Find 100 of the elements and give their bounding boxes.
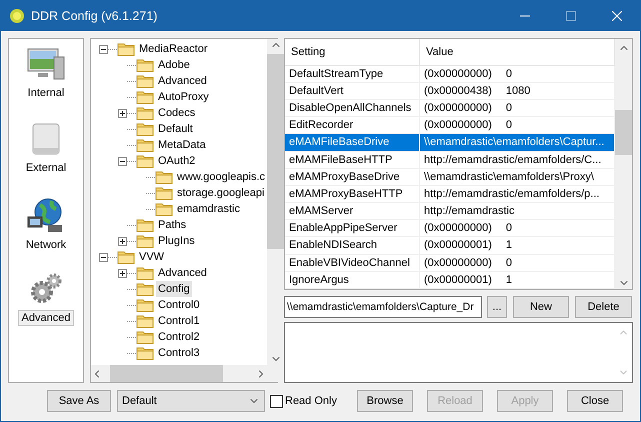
folder-icon	[136, 122, 154, 136]
folder-icon	[136, 234, 154, 248]
scroll-thumb[interactable]	[267, 54, 284, 249]
folder-icon	[155, 170, 173, 184]
table-row[interactable]: EnableNDISearch (0x00000001) 1	[285, 237, 615, 255]
folder-icon	[117, 42, 135, 56]
setting-cell: EnableNDISearch	[285, 237, 420, 254]
collapse-toggle[interactable]	[118, 156, 127, 166]
tree-item[interactable]: Advanced	[156, 265, 209, 281]
folder-icon	[136, 74, 154, 88]
tree-item[interactable]: Advanced	[156, 73, 209, 89]
close-icon[interactable]	[612, 10, 622, 20]
setting-cell: EnableAppPipeServer	[285, 220, 420, 236]
table-row[interactable]: DefaultStreamType (0x00000000) 0	[285, 66, 615, 83]
tree-item[interactable]: Codecs	[156, 105, 198, 121]
folder-icon	[136, 346, 154, 360]
setting-cell: eMAMProxyBaseHTTP	[285, 186, 420, 202]
sidebar-item[interactable]: Network	[22, 237, 70, 253]
folder-icon	[117, 250, 135, 264]
setting-cell: eMAMServer	[285, 203, 420, 220]
table-row[interactable]: eMAMServer http://emamdrastic	[285, 203, 615, 220]
footer-button[interactable]: Browse	[357, 390, 413, 412]
tree-item[interactable]: Control2	[156, 329, 202, 345]
tree-item[interactable]: Default	[156, 121, 195, 137]
setting-cell: IgnoreArgus	[285, 272, 420, 288]
tree-item[interactable]: PlugIns	[156, 233, 197, 249]
expand-toggle[interactable]	[118, 268, 127, 278]
table-row[interactable]: DefaultVert (0x00000438) 1080	[285, 82, 615, 100]
expand-toggle[interactable]	[118, 236, 127, 246]
folder-icon	[136, 282, 154, 296]
tree-item[interactable]: OAuth2	[156, 153, 198, 169]
gears-icon	[29, 272, 63, 306]
table-row[interactable]: IgnoreArgus (0x00000001) 1	[285, 272, 615, 289]
editor-button[interactable]: New	[513, 296, 569, 318]
tree-item[interactable]: storage.googleapi	[175, 185, 266, 201]
folder-icon	[136, 154, 154, 168]
tree-item[interactable]: AutoProxy	[156, 89, 211, 105]
horizontal-scrollbar[interactable]	[91, 365, 268, 382]
setting-cell: DisableOpenAllChannels	[285, 100, 420, 116]
save-as-button[interactable]: Save As	[47, 390, 111, 412]
setting-cell: EditRecorder	[285, 117, 420, 134]
sidebar-item[interactable]: External	[22, 160, 70, 176]
vertical-scrollbar[interactable]	[615, 39, 632, 289]
sidebar-item[interactable]: Advanced	[18, 310, 74, 326]
table-row[interactable]: eMAMFileBaseDrive \\emamdrastic\emamfolders\Captur...	[285, 134, 615, 152]
folder-icon	[136, 90, 154, 104]
vertical-scrollbar[interactable]	[267, 39, 284, 365]
tree-item[interactable]: MediaReactor	[137, 41, 210, 57]
table-row[interactable]: EnableVBIVideoChannel (0x00000000) 0	[285, 254, 615, 272]
tree-item[interactable]: Control0	[156, 297, 202, 313]
folder-icon	[136, 330, 154, 344]
setting-cell: eMAMFileBaseDrive	[285, 134, 420, 151]
minimize-icon[interactable]	[520, 14, 530, 16]
setting-cell: DefaultVert	[285, 82, 420, 100]
folder-icon	[136, 266, 154, 280]
tree-item[interactable]: VVW	[137, 249, 166, 265]
tree-item[interactable]: Config	[156, 281, 192, 297]
folder-icon	[155, 186, 173, 200]
folder-icon	[136, 218, 154, 232]
window-title: DDR Config (v6.1.271)	[31, 8, 158, 22]
folder-icon	[136, 314, 154, 328]
tree-item[interactable]: Control3	[156, 345, 202, 361]
monitor-icon	[26, 47, 66, 81]
expand-toggle[interactable]	[118, 108, 127, 118]
browse-value-button[interactable]: ...	[487, 296, 507, 318]
setting-cell: eMAMProxyBaseDrive	[285, 168, 420, 185]
drive-icon	[30, 122, 62, 156]
sidebar-item[interactable]: Internal	[24, 85, 68, 101]
table-row[interactable]: eMAMProxyBaseDrive \\emamdrastic\emamfolders\Proxy\	[285, 168, 615, 186]
tree-item[interactable]: www.googleapis.c	[175, 169, 268, 185]
scroll-thumb[interactable]	[615, 110, 632, 155]
maximize-icon[interactable]	[566, 10, 576, 20]
table-row[interactable]: DisableOpenAllChannels (0x00000000) 0	[285, 100, 615, 118]
scroll-thumb[interactable]	[110, 365, 223, 382]
read-only-checkbox[interactable]	[270, 394, 283, 408]
collapse-toggle[interactable]	[99, 252, 108, 262]
read-only-label: Read Only	[285, 395, 337, 407]
editor-button[interactable]: Delete	[575, 296, 632, 318]
tree-item[interactable]: Paths	[156, 217, 188, 233]
tree-item[interactable]: MetaData	[156, 137, 208, 153]
folder-icon	[136, 298, 154, 312]
footer-button[interactable]: Close	[567, 390, 623, 412]
setting-cell: DefaultStreamType	[285, 66, 420, 82]
collapse-toggle[interactable]	[99, 44, 108, 54]
table-row[interactable]: eMAMProxyBaseHTTP http://emamdrastic/emamfolders/p...	[285, 186, 615, 204]
tree-item[interactable]: Control1	[156, 313, 202, 329]
app-icon	[9, 8, 25, 24]
profile-dropdown[interactable]: Default	[117, 390, 265, 412]
folder-icon	[155, 202, 173, 216]
folder-icon	[136, 58, 154, 72]
setting-cell: eMAMFileBaseHTTP	[285, 152, 420, 168]
column-header[interactable]: Setting	[285, 39, 420, 65]
tree-item[interactable]: emamdrastic	[175, 201, 242, 217]
folder-icon	[136, 106, 154, 120]
setting-cell: EnableVBIVideoChannel	[285, 254, 420, 271]
table-row[interactable]: eMAMFileBaseHTTP http://emamdrastic/emamfolders/C...	[285, 152, 615, 169]
value-input[interactable]: \\emamdrastic\emamfolders\Capture_Dr	[284, 296, 482, 318]
tree-item[interactable]: Adobe	[156, 57, 192, 73]
table-row[interactable]: EnableAppPipeServer (0x00000000) 0	[285, 220, 615, 238]
folder-icon	[136, 138, 154, 152]
